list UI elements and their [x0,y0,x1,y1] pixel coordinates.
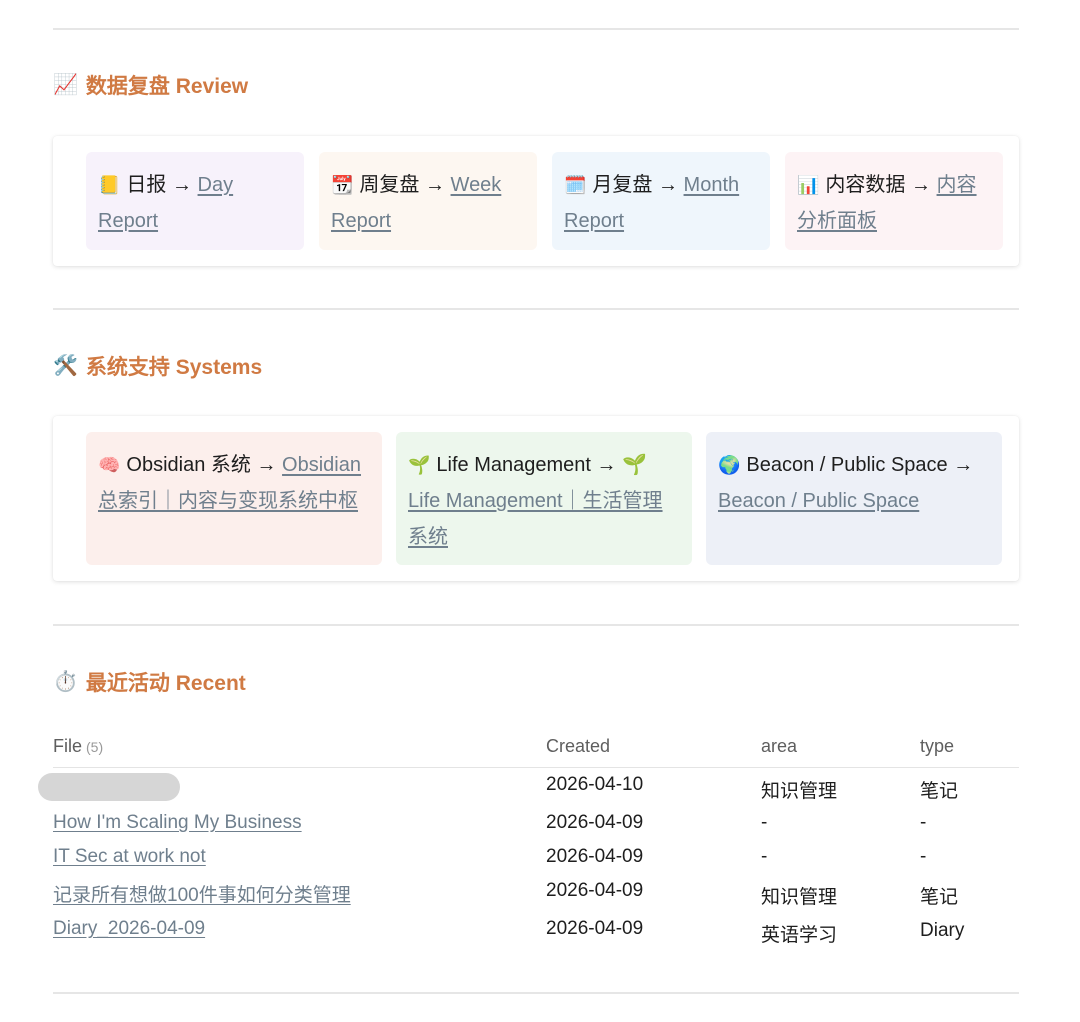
redacted-file-name[interactable] [38,773,180,801]
systems-panel: 🧠 Obsidian 系统 → Obsidian总索引｜内容与变现系统中枢 🌱 Li… [53,416,1019,581]
globe-icon: 🌍 [718,455,741,475]
beacon-link[interactable]: Beacon / Public Space [718,490,919,512]
week-report-label: 周复盘 → [359,174,445,196]
cell-created: 2026-04-10 [546,774,644,795]
cell-area: 英语学习 [761,925,838,946]
recent-title: 最近活动 Recent [85,672,246,695]
divider [53,624,1019,626]
content-data-label: 内容数据 → [825,174,931,196]
week-report-card: 📆 周复盘 → Week Report [319,152,537,250]
cell-type: - [920,846,927,867]
day-report-label: 日报 → [126,174,192,196]
stopwatch-icon: ⏱️ [53,671,78,693]
column-header-created[interactable]: Created [546,736,610,757]
beacon-card: 🌍 Beacon / Public Space → Beacon / Public… [706,432,1002,565]
cell-type: 笔记 [920,781,959,802]
chart-increasing-icon: 📈 [53,74,78,96]
brain-icon: 🧠 [98,455,121,475]
column-header-area[interactable]: area [761,736,797,757]
column-header-file[interactable]: File (5) [53,736,103,757]
obsidian-card: 🧠 Obsidian 系统 → Obsidian总索引｜内容与变现系统中枢 [86,432,382,565]
file-link[interactable]: 记录所有想做100件事如何分类管理 [53,880,351,907]
content-data-card: 📊 内容数据 → 内容分析面板 [785,152,1003,250]
day-report-card: 📒 日报 → Day Report [86,152,304,250]
life-management-card: 🌱 Life Management → 🌱 Life Management｜生活管… [396,432,692,565]
spiral-calendar-icon: 🗓️ [564,175,587,195]
review-panel: 📒 日报 → Day Report 📆 周复盘 → Week Report 🗓️ 月复… [53,136,1019,266]
cell-created: 2026-04-09 [546,812,644,833]
file-link[interactable]: How I'm Scaling My Business [53,812,302,834]
review-title: 数据复盘 Review [85,75,249,98]
cell-area: 知识管理 [761,781,838,802]
bar-chart-icon: 📊 [797,175,820,195]
column-header-file-label: File [53,736,83,756]
systems-title: 系统支持 Systems [85,356,263,379]
calendar-icon: 📆 [331,175,354,195]
cell-area: - [761,846,768,867]
cell-type: - [920,812,927,833]
file-link[interactable]: Diary_2026-04-09 [53,918,205,940]
month-report-card: 🗓️ 月复盘 → Month Report [552,152,770,250]
header-divider [53,767,1019,768]
column-header-type[interactable]: type [920,736,954,757]
file-link[interactable]: IT Sec at work not [53,846,206,868]
review-heading: 📈 数据复盘 Review [53,70,248,100]
cell-created: 2026-04-09 [546,918,644,939]
divider [53,308,1019,310]
month-report-label: 月复盘 → [592,174,678,196]
cell-created: 2026-04-09 [546,880,644,901]
cell-type: Diary [920,920,965,941]
cell-type: 笔记 [920,887,959,908]
hammer-wrench-icon: 🛠️ [53,355,78,377]
divider [53,28,1019,30]
beacon-label: Beacon / Public Space → [746,454,974,476]
divider [53,992,1019,994]
obsidian-label: Obsidian 系统 → [126,454,277,476]
file-count: (5) [86,739,104,755]
recent-heading: ⏱️ 最近活动 Recent [53,667,246,697]
cell-created: 2026-04-09 [546,846,644,867]
seedling-icon: 🌱 [408,455,431,475]
systems-heading: 🛠️ 系统支持 Systems [53,351,262,381]
cell-area: - [761,812,768,833]
ledger-icon: 📒 [98,175,121,195]
cell-area: 知识管理 [761,887,838,908]
life-management-label: Life Management → 🌱 [436,454,647,476]
life-management-link[interactable]: Life Management｜生活管理系统 [408,490,663,548]
